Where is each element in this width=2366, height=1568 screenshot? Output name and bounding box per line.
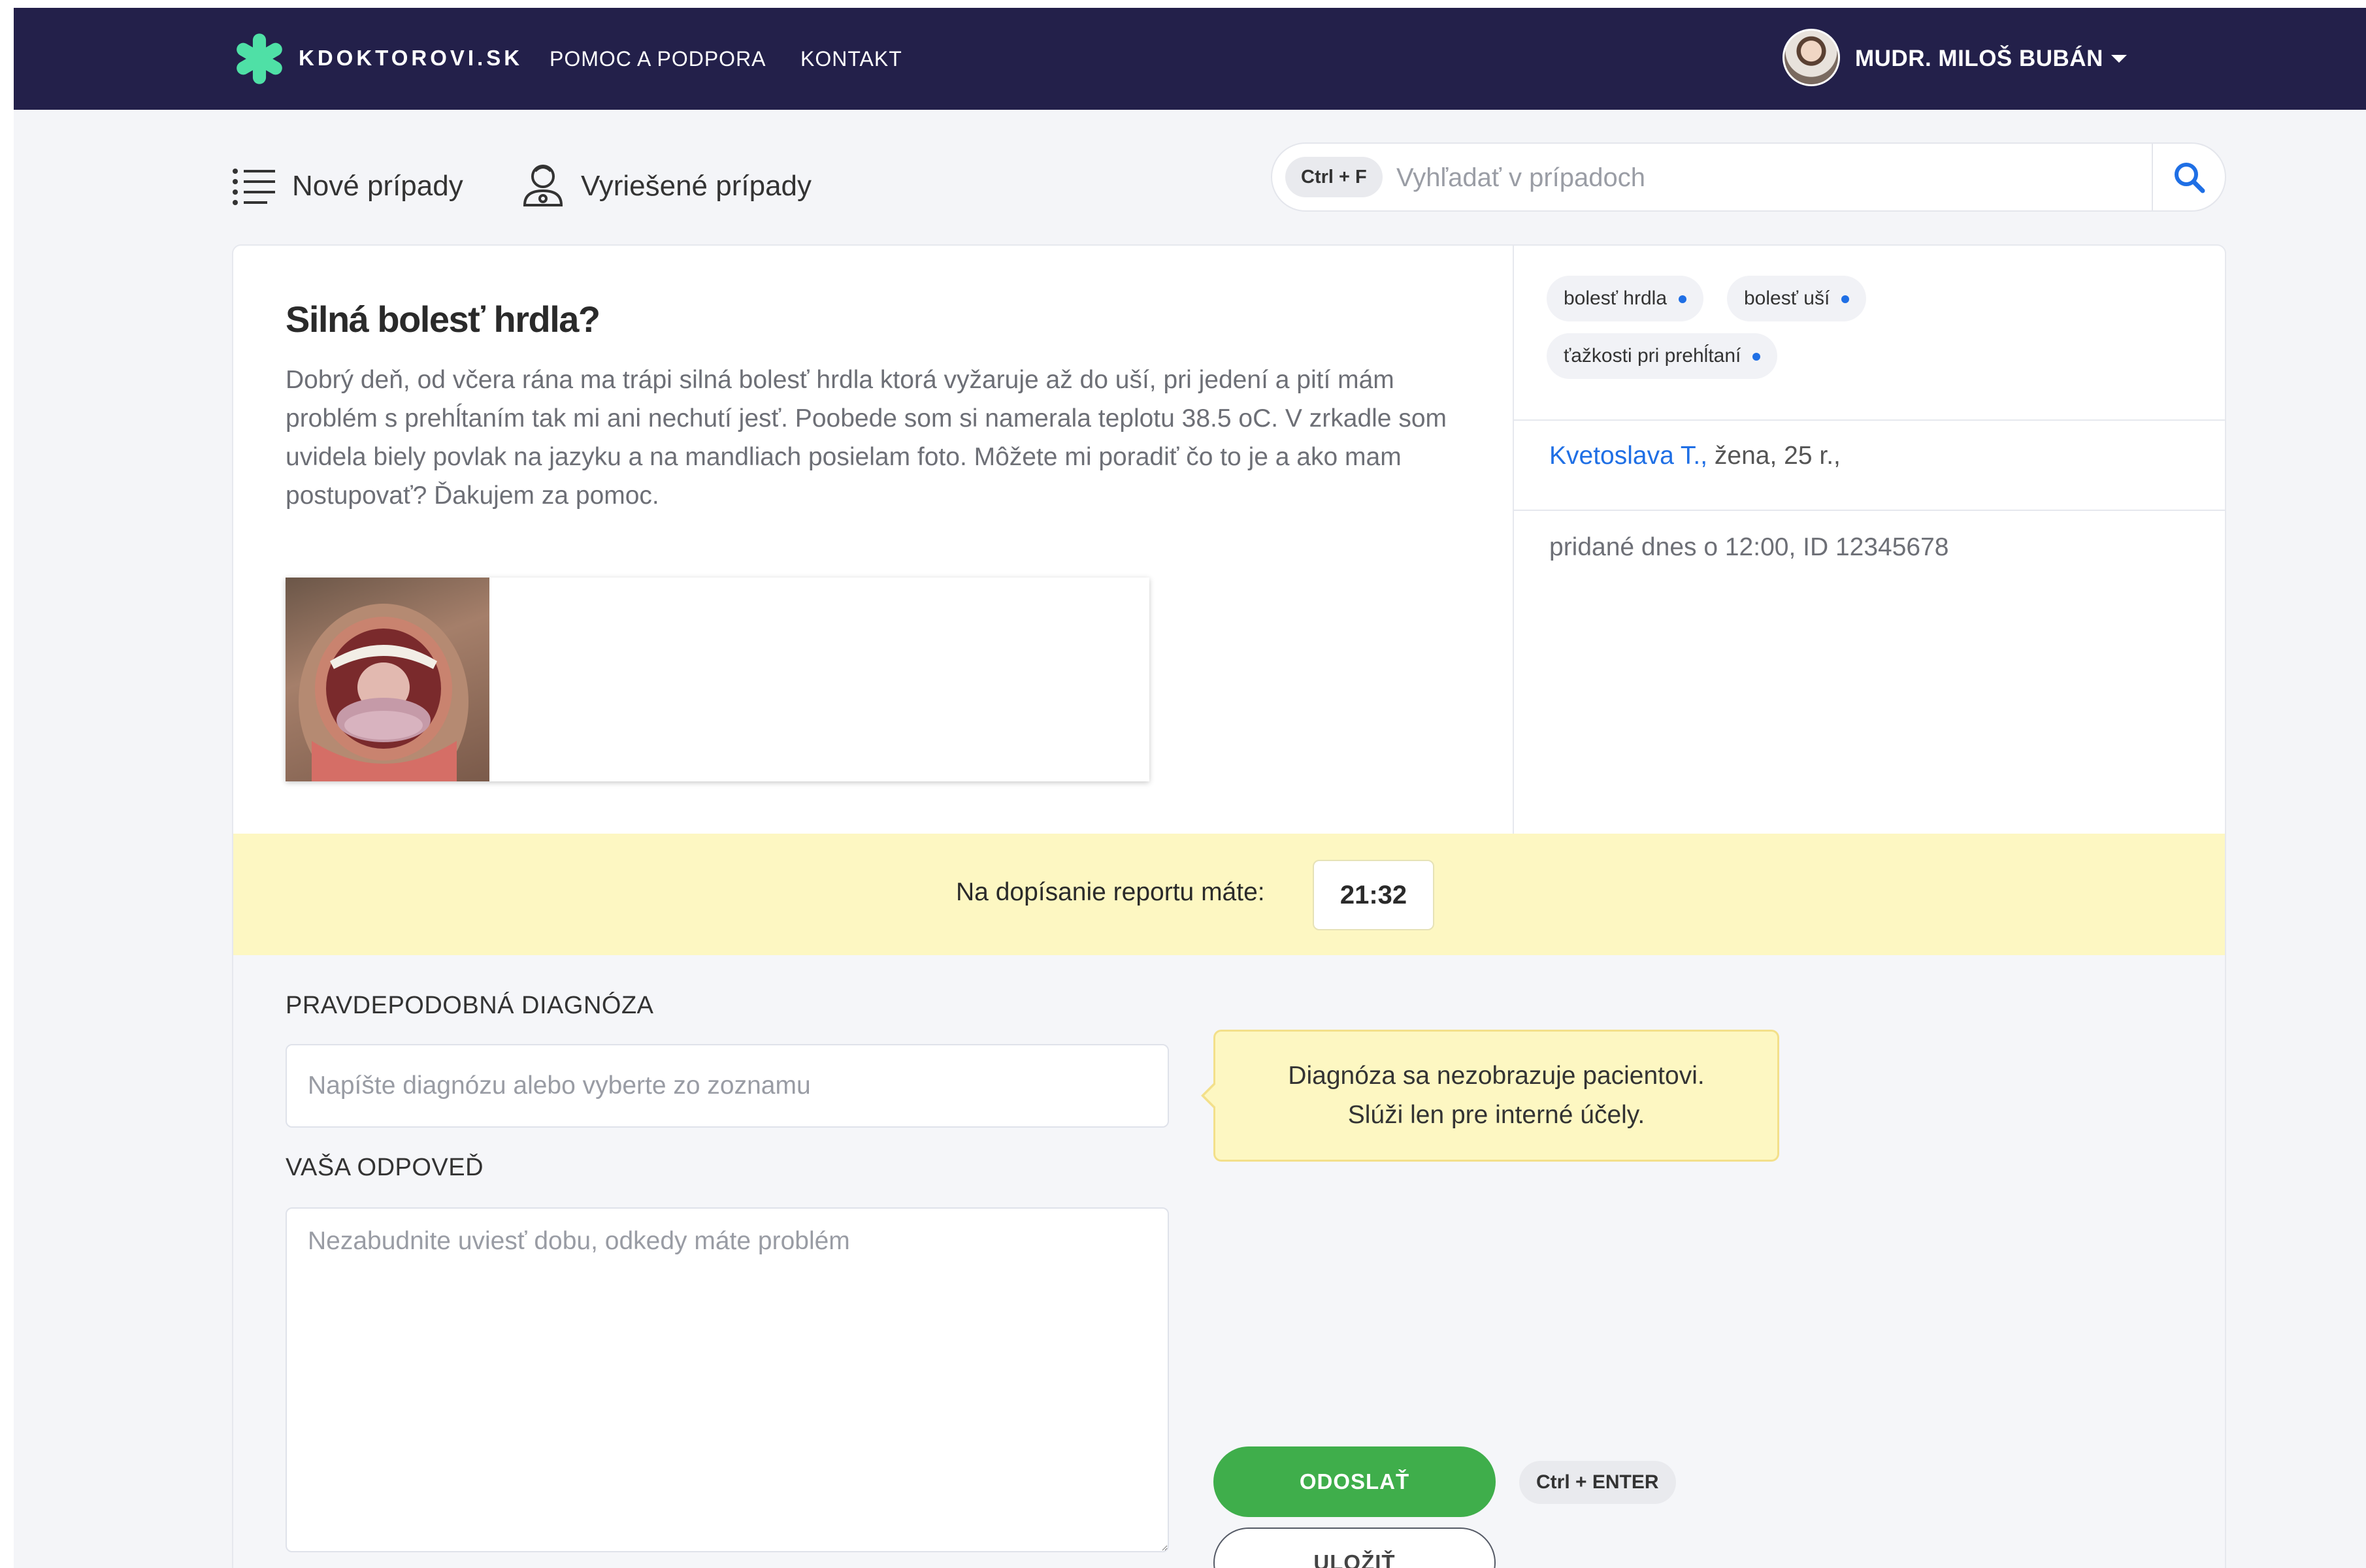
chevron-down-icon[interactable] — [2111, 55, 2127, 63]
avatar[interactable] — [1783, 29, 1840, 86]
timer-label: Na dopísanie reportu máte: — [956, 878, 1265, 906]
patient-info: Kvetoslava T., žena, 25 r., — [1549, 442, 1841, 470]
answer-label: VAŠA ODPOVEĎ — [286, 1154, 484, 1181]
app-frame: KDOKTOROVI.SK POMOC A PODPORA KONTAKT MU… — [14, 8, 2366, 1568]
report-form: PRAVDEPODOBNÁ DIAGNÓZA VAŠA ODPOVEĎ Diag… — [233, 955, 2225, 1568]
top-navbar: KDOKTOROVI.SK POMOC A PODPORA KONTAKT MU… — [14, 8, 2366, 110]
send-button[interactable]: ODOSLAŤ — [1213, 1446, 1496, 1517]
doctor-icon — [523, 165, 563, 206]
diagnosis-input[interactable] — [286, 1044, 1169, 1128]
case-sidebar: bolesť hrdla bolesť uší ťažkosti pri pre… — [1513, 246, 2225, 834]
timer-value: 21:32 — [1313, 860, 1434, 930]
diagnosis-label: PRAVDEPODOBNÁ DIAGNÓZA — [286, 992, 654, 1019]
search-icon — [2175, 163, 2205, 193]
note-line: Slúži len pre interné účely. — [1347, 1101, 1645, 1129]
list-icon — [233, 169, 275, 205]
nav-help-support[interactable]: POMOC A PODPORA — [550, 47, 766, 71]
search-button[interactable] — [2153, 142, 2226, 212]
diagnosis-info-note: Diagnóza sa nezobrazuje pacientovi. Slúž… — [1201, 1030, 1779, 1162]
user-name[interactable]: MUDR. MILOŠ BUBÁN — [1855, 46, 2103, 72]
patient-details: žena, 25 r., — [1707, 442, 1841, 470]
symptom-tag[interactable]: bolesť hrdla — [1547, 276, 1704, 321]
patient-photo[interactable] — [286, 578, 489, 781]
symptom-tag[interactable]: bolesť uší — [1727, 276, 1867, 321]
case-description: Dobrý deň, od včera rána ma trápi silná … — [286, 366, 1447, 510]
subnav-resolved-cases[interactable]: Vyriešené prípady — [521, 162, 847, 208]
case-title: Silná bolesť hrdla? — [286, 299, 600, 340]
nav-contact[interactable]: KONTAKT — [800, 47, 902, 71]
search-shortcut-badge: Ctrl + F — [1285, 157, 1383, 197]
send-shortcut-badge: Ctrl + ENTER — [1519, 1461, 1676, 1504]
divider — [1514, 419, 2225, 421]
answer-textarea[interactable] — [286, 1207, 1169, 1552]
save-button[interactable]: ULOŽIŤ — [1213, 1527, 1496, 1568]
case-card: Silná bolesť hrdla? Dobrý deň, od včera … — [232, 244, 2226, 1568]
search-input[interactable] — [1395, 157, 2143, 199]
search-box: Ctrl + F — [1271, 142, 2153, 212]
photo-attachment[interactable] — [286, 578, 1149, 781]
report-timer-bar: Na dopísanie reportu máte: 21:32 — [233, 834, 2225, 955]
case-added-meta: pridané dnes o 12:00, ID 12345678 — [1549, 533, 1949, 561]
brand-name[interactable]: KDOKTOROVI.SK — [299, 46, 523, 71]
divider — [1514, 510, 2225, 511]
subnav-new-cases[interactable]: Nové prípady — [232, 162, 493, 208]
subnav-new-cases-label: Nové prípady — [292, 170, 463, 202]
subnav-resolved-cases-label: Vyriešené prípady — [581, 170, 812, 202]
logo-icon[interactable] — [232, 31, 287, 86]
case-content: Silná bolesť hrdla? Dobrý deň, od včera … — [233, 246, 1513, 834]
patient-name-link[interactable]: Kvetoslava T., — [1549, 442, 1707, 470]
symptom-tag[interactable]: ťažkosti pri prehĺtaní — [1547, 333, 1778, 379]
note-line: Diagnóza sa nezobrazuje pacientovi. — [1288, 1062, 1705, 1090]
